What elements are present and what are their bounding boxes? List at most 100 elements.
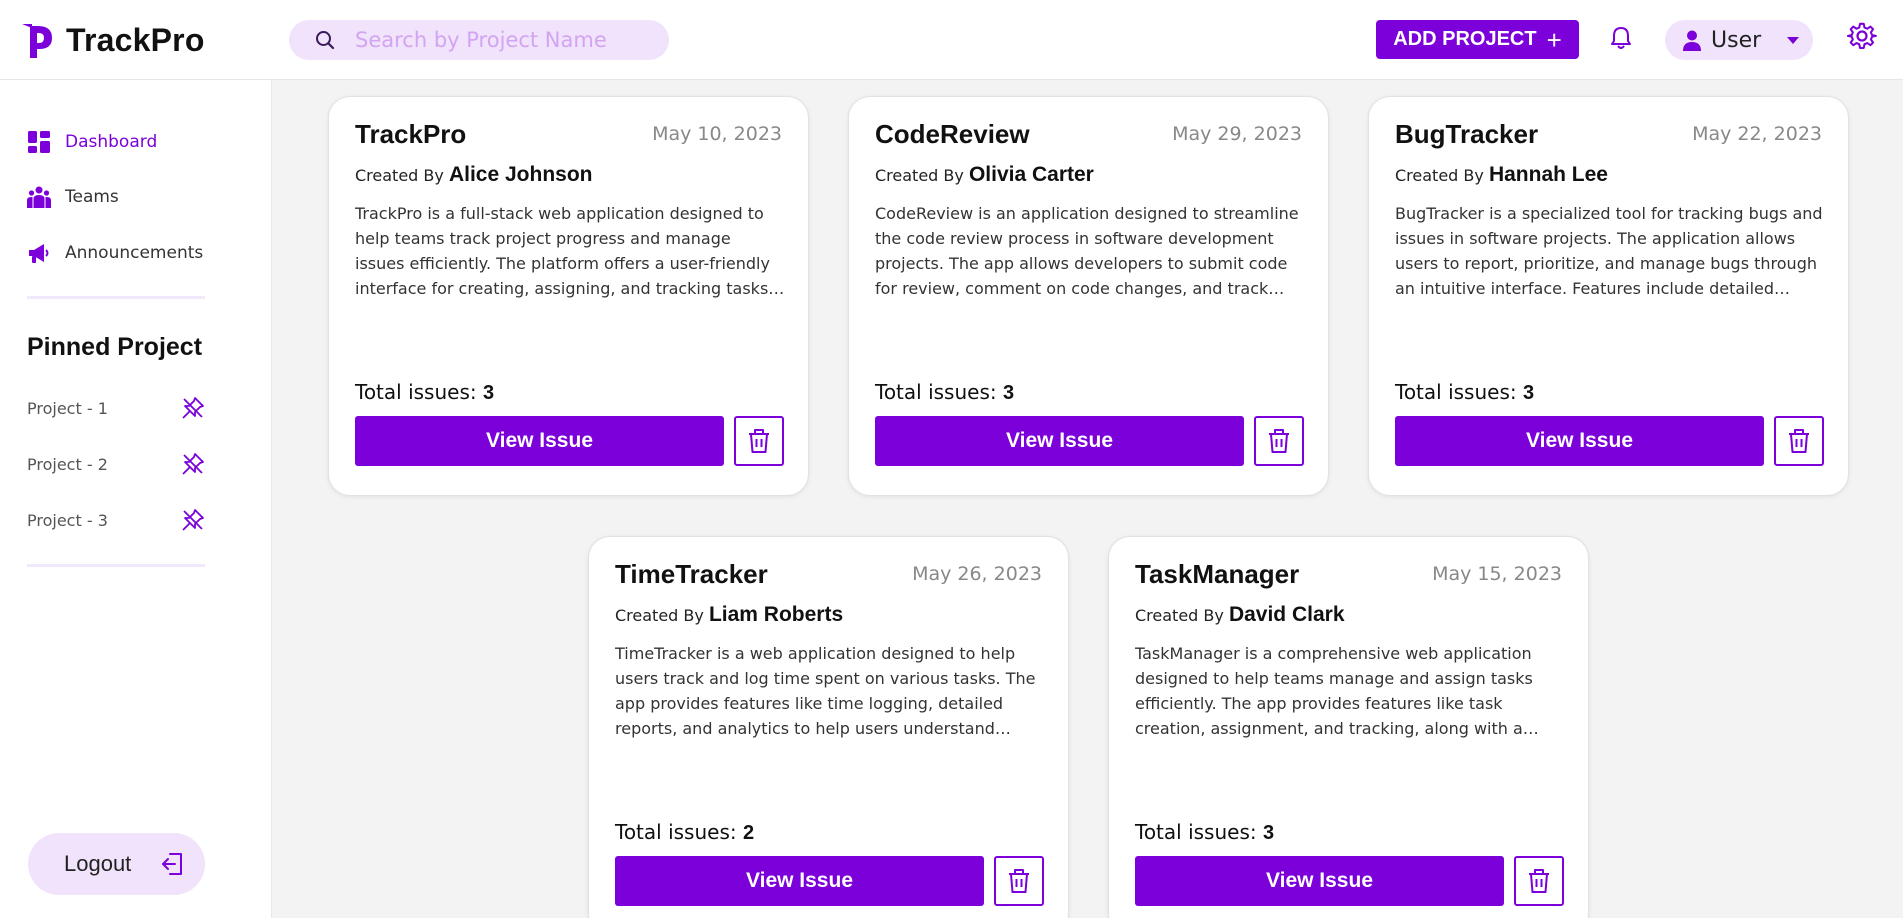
view-issue-button[interactable]: View Issue xyxy=(615,856,984,906)
user-name: User xyxy=(1711,27,1762,53)
total-issues: Total issues: 3 xyxy=(875,380,1014,405)
created-by-prefix: Created By xyxy=(355,166,444,185)
created-by-prefix: Created By xyxy=(875,166,964,185)
project-card: TrackPro May 10, 2023 Created By Alice J… xyxy=(328,96,809,496)
sidebar-item-dashboard[interactable]: Dashboard xyxy=(27,130,157,154)
project-description: TimeTracker is a web application designe… xyxy=(615,644,1036,738)
project-created-by: Created By Olivia Carter xyxy=(875,163,1094,187)
user-icon xyxy=(1683,30,1701,51)
total-issues-label: Total issues: xyxy=(355,380,477,404)
pin-icon[interactable] xyxy=(181,452,205,476)
add-project-label: ADD PROJECT xyxy=(1393,28,1537,50)
project-title: TimeTracker xyxy=(615,559,768,589)
add-project-button[interactable]: ADD PROJECT + xyxy=(1376,20,1579,59)
view-issue-button[interactable]: View Issue xyxy=(875,416,1244,466)
project-author: Olivia Carter xyxy=(968,163,1094,186)
project-author: Liam Roberts xyxy=(708,603,844,626)
trash-icon xyxy=(749,429,769,453)
logout-icon xyxy=(162,853,183,875)
total-issues-count: 3 xyxy=(1002,382,1015,404)
teams-icon xyxy=(27,186,51,208)
project-author: Alice Johnson xyxy=(448,163,593,186)
project-title: TrackPro xyxy=(355,119,467,149)
sidebar-item-label: Teams xyxy=(65,187,119,207)
sidebar-item-label: Announcements xyxy=(65,243,204,263)
logout-label: Logout xyxy=(64,851,132,876)
megaphone-icon xyxy=(29,244,49,263)
pinned-project-label: Project - 3 xyxy=(27,510,108,530)
total-issues-count: 3 xyxy=(1262,822,1275,844)
project-title: TaskManager xyxy=(1135,559,1300,589)
total-issues-label: Total issues: xyxy=(1135,820,1257,844)
pinned-project-item[interactable]: Project - 2 xyxy=(27,452,205,476)
project-card: TaskManager May 15, 2023 Created By Davi… xyxy=(1108,536,1589,918)
dashboard-icon xyxy=(28,131,50,153)
project-card: BugTracker May 22, 2023 Created By Hanna… xyxy=(1368,96,1849,496)
sidebar-item-label: Dashboard xyxy=(65,132,158,152)
gear-icon[interactable] xyxy=(1847,21,1877,51)
delete-project-button[interactable] xyxy=(1254,416,1304,466)
view-issue-button[interactable]: View Issue xyxy=(355,416,724,466)
view-issue-button[interactable]: View Issue xyxy=(1395,416,1764,466)
pinned-project-label: Project - 2 xyxy=(27,454,108,474)
chevron-down-icon xyxy=(1787,36,1800,44)
project-date: May 26, 2023 xyxy=(912,563,1042,585)
delete-project-button[interactable] xyxy=(734,416,784,466)
pin-icon[interactable] xyxy=(181,508,205,532)
search-input[interactable] xyxy=(355,28,655,52)
project-card: TimeTracker May 26, 2023 Created By Liam… xyxy=(588,536,1069,918)
logout-button[interactable]: Logout xyxy=(28,833,205,895)
project-description: CodeReview is an application designed to… xyxy=(875,204,1299,298)
plus-icon: + xyxy=(1546,24,1562,55)
pinned-project-label: Project - 1 xyxy=(27,398,108,418)
project-created-by: Created By Hannah Lee xyxy=(1395,163,1608,187)
sidebar-item-teams[interactable]: Teams xyxy=(27,185,119,209)
project-created-by: Created By Liam Roberts xyxy=(615,603,843,627)
delete-project-button[interactable] xyxy=(1774,416,1824,466)
total-issues-label: Total issues: xyxy=(875,380,997,404)
total-issues-label: Total issues: xyxy=(615,820,737,844)
project-description: TaskManager is a comprehensive web appli… xyxy=(1135,644,1539,738)
total-issues-label: Total issues: xyxy=(1395,380,1517,404)
notification-bell-icon[interactable] xyxy=(1609,25,1633,51)
total-issues-count: 2 xyxy=(742,822,755,844)
project-description: BugTracker is a specialized tool for tra… xyxy=(1395,204,1823,298)
view-issue-button[interactable]: View Issue xyxy=(1135,856,1504,906)
pin-icon[interactable] xyxy=(181,396,205,420)
project-created-by: Created By Alice Johnson xyxy=(355,163,592,187)
project-title: BugTracker xyxy=(1395,119,1539,149)
trash-icon xyxy=(1009,869,1029,893)
total-issues: Total issues: 3 xyxy=(1395,380,1534,405)
pinned-project-item[interactable]: Project - 3 xyxy=(27,508,205,532)
total-issues: Total issues: 3 xyxy=(355,380,494,405)
project-date: May 15, 2023 xyxy=(1432,563,1562,585)
total-issues-count: 3 xyxy=(1522,382,1535,404)
total-issues-count: 3 xyxy=(482,382,495,404)
total-issues: Total issues: 3 xyxy=(1135,820,1274,845)
brand[interactable]: TrackPro xyxy=(18,18,205,62)
delete-project-button[interactable] xyxy=(1514,856,1564,906)
project-description: TrackPro is a full-stack web application… xyxy=(355,204,774,298)
trash-icon xyxy=(1529,869,1549,893)
project-author: Hannah Lee xyxy=(1488,163,1608,186)
delete-project-button[interactable] xyxy=(994,856,1044,906)
project-title: CodeReview xyxy=(875,119,1030,149)
project-date: May 10, 2023 xyxy=(652,123,782,145)
sidebar: Dashboard Teams Announcements Pinned Pro… xyxy=(0,80,272,918)
trash-icon xyxy=(1269,429,1289,453)
search-bar[interactable] xyxy=(289,20,669,60)
sidebar-item-announcements[interactable]: Announcements xyxy=(27,241,203,265)
project-date: May 22, 2023 xyxy=(1692,123,1822,145)
user-menu[interactable]: User xyxy=(1665,20,1813,60)
pinned-project-item[interactable]: Project - 1 xyxy=(27,396,205,420)
search-icon xyxy=(316,31,335,50)
created-by-prefix: Created By xyxy=(1395,166,1484,185)
project-card: CodeReview May 29, 2023 Created By Olivi… xyxy=(848,96,1329,496)
created-by-prefix: Created By xyxy=(1135,606,1224,625)
project-created-by: Created By David Clark xyxy=(1135,603,1345,627)
project-author: David Clark xyxy=(1228,603,1345,626)
divider xyxy=(27,564,205,567)
top-header: TrackPro ADD PROJECT + User xyxy=(0,0,1903,80)
project-date: May 29, 2023 xyxy=(1172,123,1302,145)
created-by-prefix: Created By xyxy=(615,606,704,625)
